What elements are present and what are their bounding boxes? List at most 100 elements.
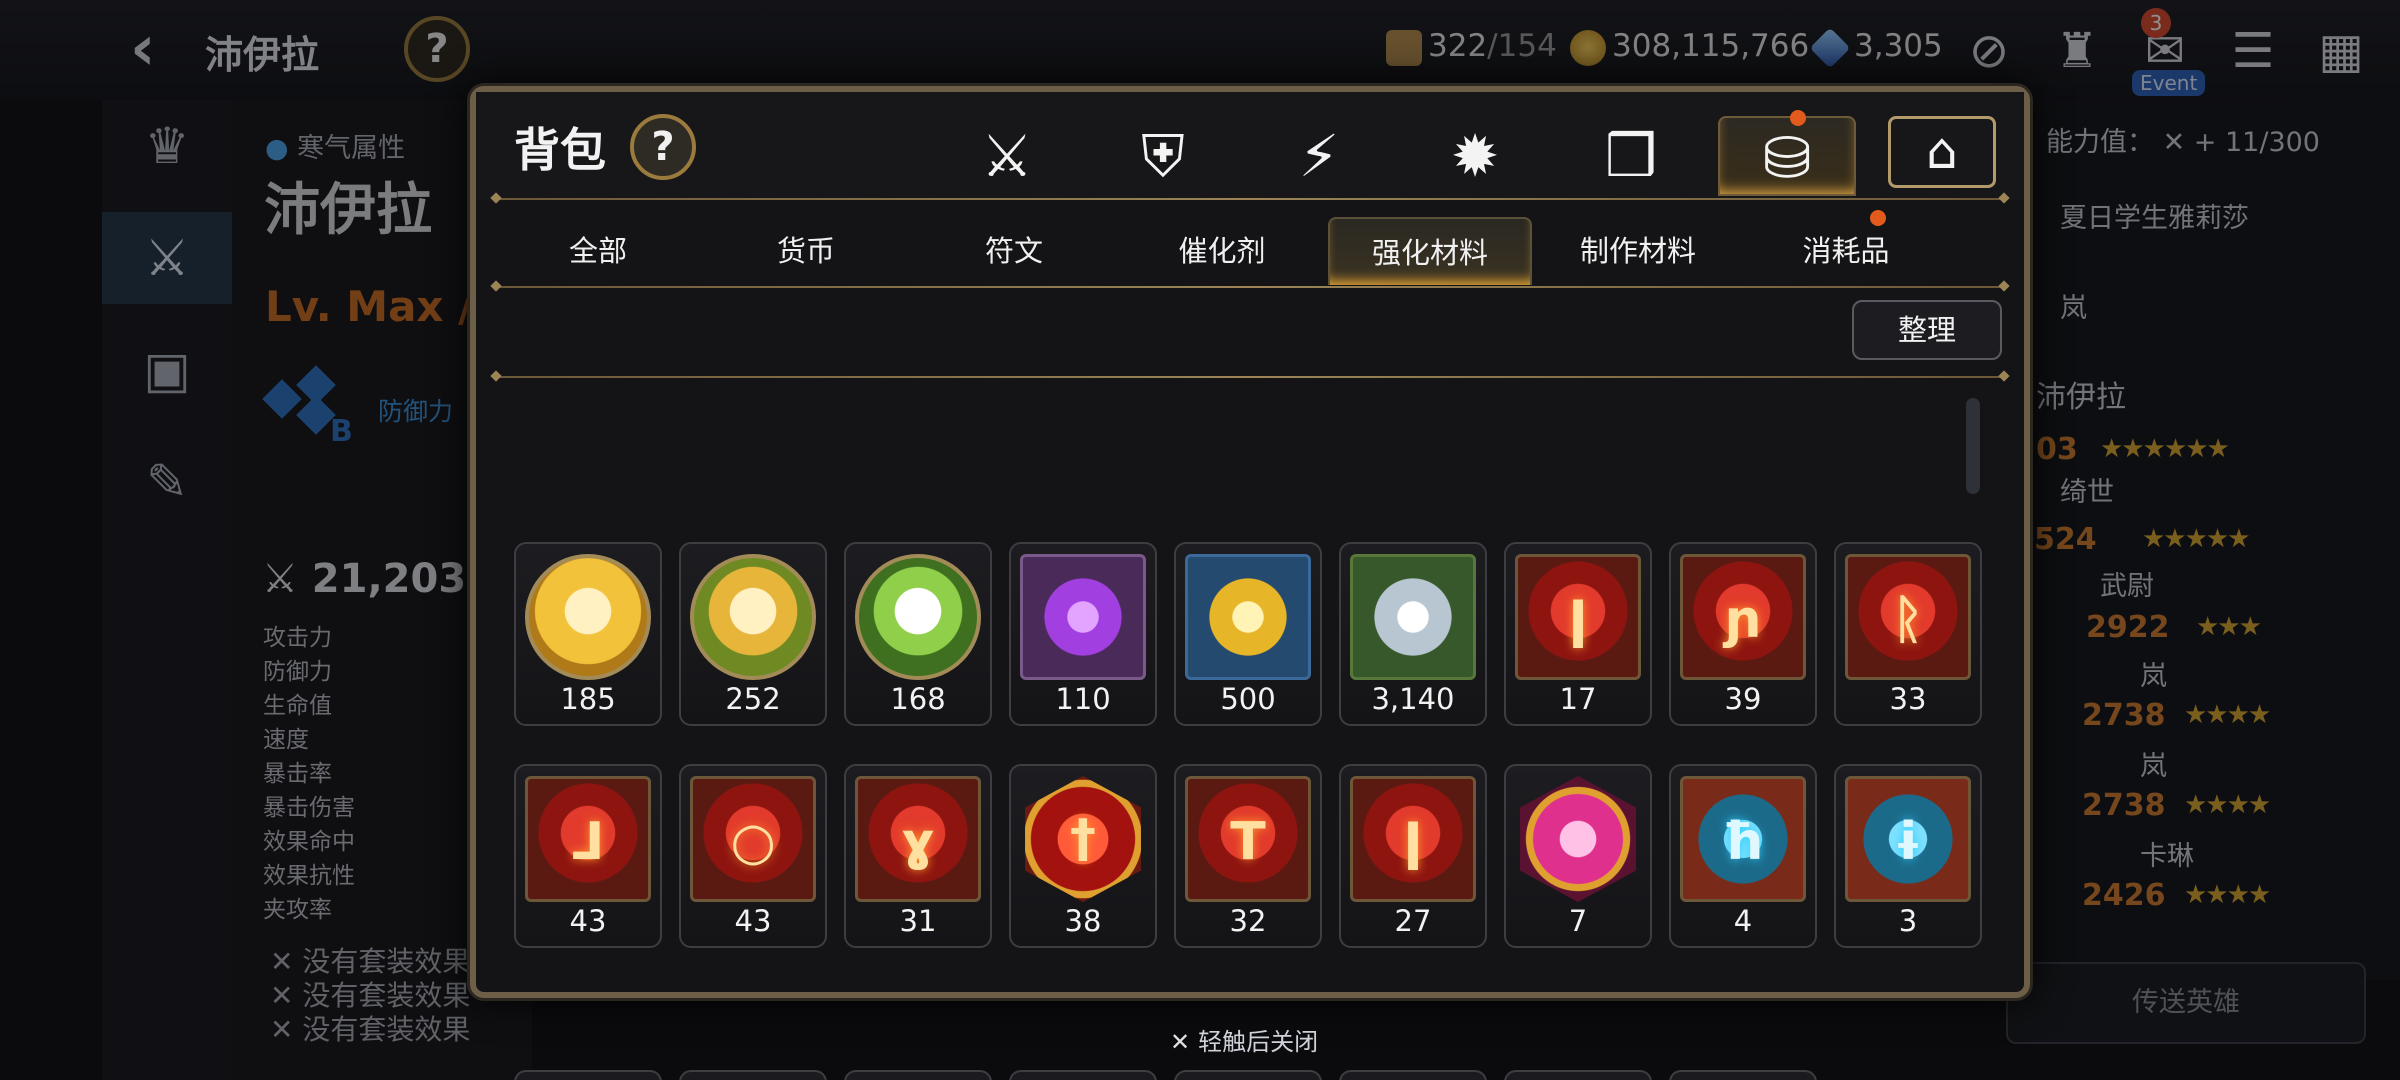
inventory-item[interactable]: ᒧ 43 [514, 764, 662, 948]
close-icon: ✕ [1170, 1028, 1191, 1056]
rune-glyph: ħ [1722, 812, 1764, 872]
menu-grid-icon[interactable]: ▦ [2308, 18, 2374, 84]
subtab-crafting-materials[interactable]: 制作材料 [1536, 217, 1740, 285]
inventory-modal: 背包 ? ⚔ ⛨ ⚡ ✹ ❒ ⛁ ⌂ 全部 货币 符文 催化剂 强化材料 制作材… [470, 86, 2030, 1080]
item-count: 110 [1055, 682, 1111, 716]
gold-counter[interactable]: 308,115,766 [1570, 28, 1809, 66]
nav-equipment-icon[interactable]: ⚔ [102, 212, 232, 304]
nav-scroll-icon[interactable]: ✎ [102, 436, 232, 528]
tab-artifact-icon[interactable]: ✹ [1406, 116, 1544, 196]
rune-glyph: ○ [730, 812, 776, 872]
combat-power: ⚔ 21,203 [262, 556, 467, 602]
hero-list-name: 夏日学生雅莉莎 [2060, 203, 2249, 234]
hero-list-name: 武尉 [2100, 571, 2154, 602]
gold-coin-icon [1570, 29, 1606, 66]
item-count: 39 [1724, 682, 1762, 716]
tab-bag-icon[interactable]: ⛁ [1718, 116, 1856, 196]
inventory-item-partial[interactable] [514, 1070, 662, 1080]
inventory-item-partial[interactable] [844, 1070, 992, 1080]
inventory-item-partial[interactable] [1174, 1070, 1322, 1080]
red-rune-sword-icon: ǀ [1515, 554, 1641, 680]
crystal-counter[interactable]: 3,305 [1809, 27, 1943, 68]
inventory-item[interactable]: 185 [514, 542, 662, 726]
red-rune-spiral-icon: ɲ [1680, 554, 1806, 680]
power-cap-value: 11/300 [2225, 127, 2320, 158]
phantasma-leaf-icon [690, 554, 816, 680]
inventory-item-partial[interactable] [1339, 1070, 1487, 1080]
inventory-item[interactable]: ħ 4 [1669, 764, 1817, 948]
inventory-item[interactable]: 3,140 [1339, 542, 1487, 726]
inventory-item[interactable]: ᚱ 33 [1834, 542, 1982, 726]
attribute-label: ● 寒气属性 [265, 126, 405, 165]
rune-glyph: ᚱ [1892, 590, 1924, 650]
inventory-item[interactable]: ○ 43 [679, 764, 827, 948]
hero-list-num: 2738 [2082, 698, 2166, 733]
stamina-counter[interactable]: 322/154 [1386, 28, 1557, 66]
stat-effect-resistance: 效果抗性 [263, 863, 355, 889]
transfer-hero-button[interactable]: 传送英雄 [2006, 962, 2366, 1044]
stat-crit-damage: 暴击伤害 [263, 795, 355, 821]
hero-list-stars: ★★★★ [2184, 790, 2271, 820]
subtab-catalysts[interactable]: 催化剂 [1120, 217, 1324, 285]
attribute-text: 寒气属性 [297, 133, 406, 164]
hero-list-num: 2922 [2086, 610, 2170, 645]
inventory-item-partial[interactable] [679, 1070, 827, 1080]
item-count: 43 [569, 904, 607, 938]
tab-weapon-icon[interactable]: ⚔ [938, 116, 1076, 196]
stat-attack: 攻击力 [263, 625, 332, 651]
hero-list-stars: ★★★★ [2184, 880, 2271, 910]
subtab-enhance-materials[interactable]: 强化材料 [1328, 217, 1532, 285]
inventory-item[interactable]: ɲ 39 [1669, 542, 1817, 726]
inventory-item[interactable]: 110 [1009, 542, 1157, 726]
inventory-item-partial[interactable] [1669, 1070, 1817, 1080]
inventory-item[interactable]: 7 [1504, 764, 1652, 948]
hero-list-num: 524 [2034, 522, 2097, 557]
tab-shield-icon[interactable]: ⛨ [1094, 116, 1232, 196]
help-button-top[interactable]: ? [404, 16, 470, 82]
subtab-all[interactable]: 全部 [496, 217, 700, 285]
inventory-item[interactable]: ɣ 31 [844, 764, 992, 948]
hero-list-name: 岚 [2140, 661, 2167, 692]
rune-glyph: ɨ [1893, 812, 1923, 872]
back-button[interactable]: ‹ [130, 17, 190, 80]
stat-speed: 速度 [263, 727, 309, 753]
tab-storage-icon[interactable]: ⌂ [1888, 116, 1996, 188]
rune-glyph: ǀ [1568, 590, 1588, 650]
auto-battle-icon[interactable]: ⊘ [1956, 18, 2022, 84]
inventory-item-partial[interactable] [1504, 1070, 1652, 1080]
tab-lightning-icon[interactable]: ⚡ [1250, 116, 1388, 196]
red-hex-charm-icon: † [1025, 776, 1141, 902]
water-drop-icon: ● [265, 133, 289, 164]
subtab-runes[interactable]: 符文 [912, 217, 1116, 285]
red-rune-necklace-icon: ɣ [855, 776, 981, 902]
nav-profile-icon[interactable]: ▣ [102, 324, 232, 416]
item-count: 38 [1064, 904, 1102, 938]
inventory-item-partial[interactable] [1009, 1070, 1157, 1080]
inventory-item[interactable]: ǀ 17 [1504, 542, 1652, 726]
sort-button[interactable]: 整理 [1852, 300, 2002, 360]
inventory-help-button[interactable]: ? [630, 114, 696, 180]
inventory-item[interactable]: ǀ 27 [1339, 764, 1487, 948]
subtab-consumables[interactable]: 消耗品 [1744, 217, 1948, 285]
stat-dual-attack: 夹攻率 [263, 897, 332, 923]
inventory-item[interactable]: 168 [844, 542, 992, 726]
rune-glyph: ɣ [901, 812, 935, 872]
nav-emblem-icon[interactable]: ♛ [102, 100, 232, 192]
inventory-scrollbar[interactable] [1966, 398, 1980, 494]
inventory-item[interactable]: 252 [679, 542, 827, 726]
inventory-item[interactable]: † 38 [1009, 764, 1157, 948]
inventory-item[interactable]: T 32 [1174, 764, 1322, 948]
inventory-item[interactable]: ɨ 3 [1834, 764, 1982, 948]
hero-list-num: 2426 [2082, 878, 2166, 913]
subtab-currency[interactable]: 货币 [704, 217, 908, 285]
hero-list-stars: ★★★★★ [2142, 524, 2251, 554]
chat-icon[interactable]: ☰ [2220, 18, 2286, 84]
tap-to-close-hint[interactable]: ✕ 轻触后关闭 [1170, 1022, 1318, 1057]
event-label[interactable]: Event [2132, 70, 2206, 96]
tab-cube-icon[interactable]: ❒ [1562, 116, 1700, 196]
toolbar-divider [496, 376, 2004, 378]
item-count: 33 [1889, 682, 1927, 716]
lobby-icon[interactable]: ♜ [2044, 18, 2110, 84]
inventory-item[interactable]: 500 [1174, 542, 1322, 726]
rune-glyph: ɲ [1724, 590, 1762, 650]
